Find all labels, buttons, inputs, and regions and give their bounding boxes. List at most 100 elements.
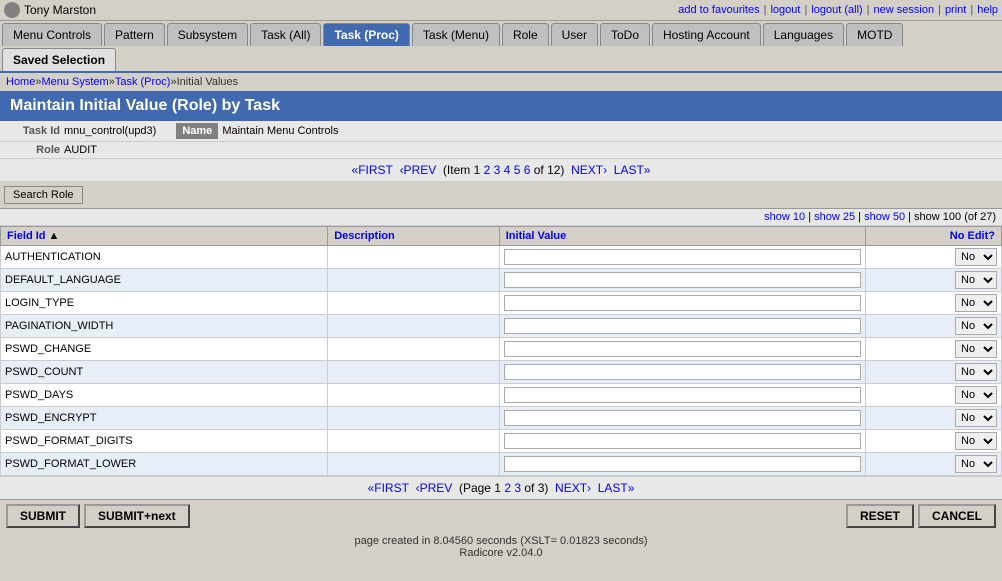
initial-value-cell[interactable]	[499, 453, 865, 476]
show-10-link[interactable]: show 10	[764, 211, 805, 223]
cancel-button[interactable]: CANCEL	[918, 504, 996, 528]
button-bar: SUBMIT SUBMIT+next RESET CANCEL	[0, 499, 1002, 532]
pagination-top: «FIRST ‹PREV (Item 1 2 3 4 5 6 of 12) NE…	[0, 159, 1002, 182]
top-links: add to favourites | logout | logout (all…	[678, 4, 998, 16]
logout-link[interactable]: logout	[770, 4, 800, 16]
no-edit-select[interactable]: NoYes	[955, 340, 997, 358]
page-link-1[interactable]: 2	[484, 163, 491, 177]
no-edit-cell[interactable]: NoYes	[866, 430, 1002, 453]
tab-languages[interactable]: Languages	[763, 23, 844, 46]
bottom-page-link-3[interactable]: 3	[514, 481, 521, 495]
print-link[interactable]: print	[945, 4, 966, 16]
initial-value-cell[interactable]	[499, 246, 865, 269]
description-cell	[328, 246, 500, 269]
no-edit-select[interactable]: NoYes	[955, 317, 997, 335]
initial-value-input[interactable]	[504, 410, 861, 426]
page-link-2[interactable]: 3	[494, 163, 501, 177]
table-row: PSWD_CHANGENoYes	[1, 338, 1002, 361]
page-link-3[interactable]: 4	[504, 163, 511, 177]
submit-next-button[interactable]: SUBMIT+next	[84, 504, 190, 528]
tab-task-proc[interactable]: Task (Proc)	[323, 23, 409, 46]
initial-value-cell[interactable]	[499, 269, 865, 292]
tab-motd[interactable]: MOTD	[846, 23, 903, 46]
initial-value-input[interactable]	[504, 387, 861, 403]
no-edit-cell[interactable]: NoYes	[866, 315, 1002, 338]
no-edit-select[interactable]: NoYes	[955, 455, 997, 473]
help-link[interactable]: help	[977, 4, 998, 16]
initial-value-input[interactable]	[504, 272, 861, 288]
no-edit-select[interactable]: NoYes	[955, 386, 997, 404]
tab-saved-selection[interactable]: Saved Selection	[2, 48, 116, 71]
no-edit-cell[interactable]: NoYes	[866, 246, 1002, 269]
prev-link[interactable]: ‹PREV	[400, 163, 437, 177]
tab-todo[interactable]: ToDo	[600, 23, 650, 46]
page-title: Maintain Initial Value (Role) by Task	[0, 91, 1002, 121]
submit-button[interactable]: SUBMIT	[6, 504, 80, 528]
initial-value-input[interactable]	[504, 341, 861, 357]
initial-value-cell[interactable]	[499, 315, 865, 338]
tab-task-all[interactable]: Task (All)	[250, 23, 321, 46]
initial-value-cell[interactable]	[499, 338, 865, 361]
no-edit-select[interactable]: NoYes	[955, 294, 997, 312]
tab-pattern[interactable]: Pattern	[104, 23, 165, 46]
next-link[interactable]: NEXT›	[571, 163, 607, 177]
initial-value-input[interactable]	[504, 433, 861, 449]
page-link-5[interactable]: 6	[524, 163, 531, 177]
no-edit-select[interactable]: NoYes	[955, 363, 997, 381]
col-no-edit: No Edit?	[866, 227, 1002, 246]
initial-value-sort[interactable]: Initial Value	[506, 230, 567, 242]
no-edit-cell[interactable]: NoYes	[866, 361, 1002, 384]
breadcrumb-task-proc[interactable]: Task (Proc)	[115, 76, 171, 88]
breadcrumb-home[interactable]: Home	[6, 76, 35, 88]
total-count: (of 27)	[964, 211, 996, 223]
initial-value-input[interactable]	[504, 295, 861, 311]
no-edit-select[interactable]: NoYes	[955, 271, 997, 289]
no-edit-cell[interactable]: NoYes	[866, 384, 1002, 407]
field-id-cell: PSWD_FORMAT_DIGITS	[1, 430, 328, 453]
bottom-page-link-2[interactable]: 2	[504, 481, 511, 495]
initial-value-input[interactable]	[504, 364, 861, 380]
bottom-last-link[interactable]: LAST»	[598, 481, 635, 495]
reset-button[interactable]: RESET	[846, 504, 914, 528]
search-role-button[interactable]: Search Role	[4, 186, 83, 204]
no-edit-sort[interactable]: No Edit?	[950, 230, 995, 242]
tab-menu-controls[interactable]: Menu Controls	[2, 23, 102, 46]
bottom-prev-link[interactable]: ‹PREV	[416, 481, 453, 495]
initial-value-cell[interactable]	[499, 407, 865, 430]
description-sort[interactable]: Description	[334, 230, 395, 242]
no-edit-cell[interactable]: NoYes	[866, 407, 1002, 430]
no-edit-cell[interactable]: NoYes	[866, 453, 1002, 476]
initial-value-cell[interactable]	[499, 361, 865, 384]
tab-task-menu[interactable]: Task (Menu)	[412, 23, 500, 46]
initial-value-input[interactable]	[504, 456, 861, 472]
initial-value-input[interactable]	[504, 318, 861, 334]
field-id-sort[interactable]: Field Id	[7, 230, 46, 242]
no-edit-cell[interactable]: NoYes	[866, 269, 1002, 292]
last-link[interactable]: LAST»	[614, 163, 651, 177]
show-50-link[interactable]: show 50	[864, 211, 905, 223]
initial-value-cell[interactable]	[499, 292, 865, 315]
tab-hosting-account[interactable]: Hosting Account	[652, 23, 761, 46]
user-info: Tony Marston	[4, 2, 96, 18]
tab-subsystem[interactable]: Subsystem	[167, 23, 248, 46]
no-edit-select[interactable]: NoYes	[955, 248, 997, 266]
add-to-favourites-link[interactable]: add to favourites	[678, 4, 759, 16]
show-25-link[interactable]: show 25	[814, 211, 855, 223]
page-link-4[interactable]: 5	[514, 163, 521, 177]
no-edit-select[interactable]: NoYes	[955, 432, 997, 450]
breadcrumb-menu-system[interactable]: Menu System	[41, 76, 108, 88]
tab-user[interactable]: User	[551, 23, 598, 46]
no-edit-cell[interactable]: NoYes	[866, 338, 1002, 361]
first-link[interactable]: «FIRST	[352, 163, 393, 177]
no-edit-cell[interactable]: NoYes	[866, 292, 1002, 315]
initial-value-cell[interactable]	[499, 384, 865, 407]
initial-value-input[interactable]	[504, 249, 861, 265]
no-edit-select[interactable]: NoYes	[955, 409, 997, 427]
logout-all-link[interactable]: logout (all)	[811, 4, 862, 16]
bottom-next-link[interactable]: NEXT›	[555, 481, 591, 495]
field-id-cell: PSWD_ENCRYPT	[1, 407, 328, 430]
bottom-first-link[interactable]: «FIRST	[368, 481, 409, 495]
new-session-link[interactable]: new session	[874, 4, 935, 16]
initial-value-cell[interactable]	[499, 430, 865, 453]
tab-role[interactable]: Role	[502, 23, 549, 46]
